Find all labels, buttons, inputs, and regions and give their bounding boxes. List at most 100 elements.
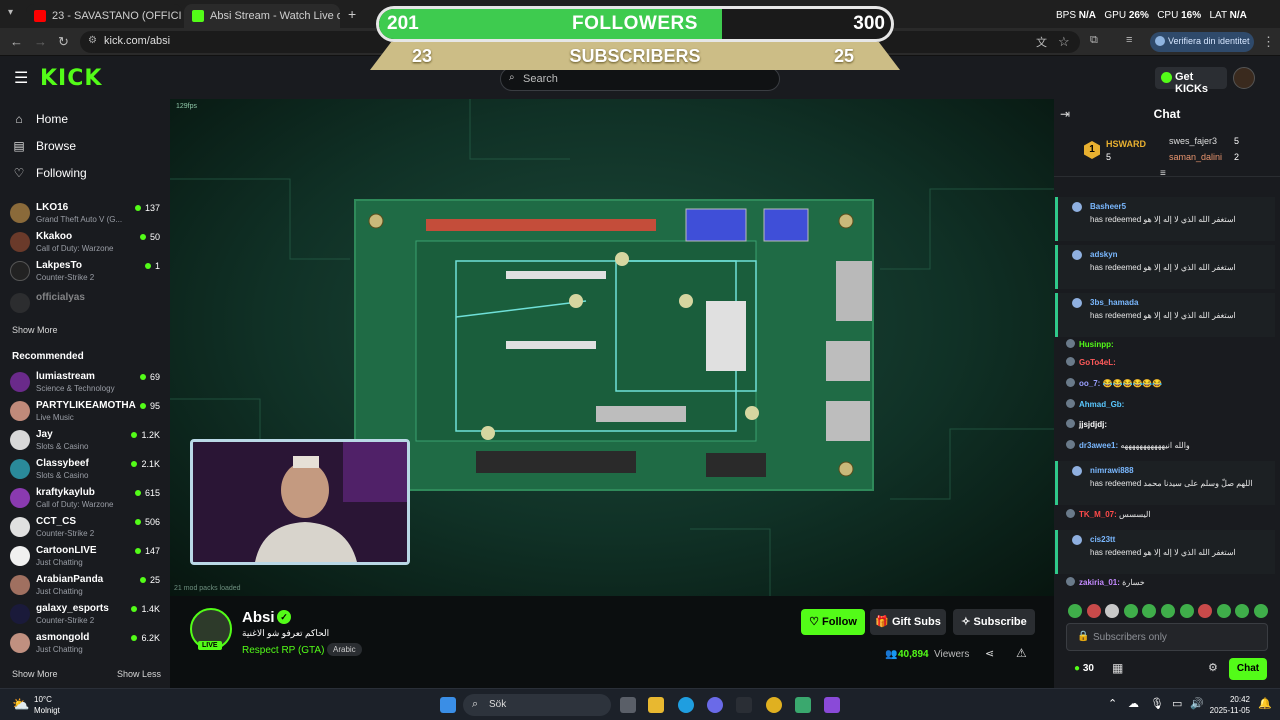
emote-icon[interactable] (1198, 604, 1213, 618)
emote-icon[interactable] (1253, 604, 1268, 618)
emote-icon[interactable] (1068, 604, 1082, 618)
back-icon[interactable]: ← (10, 34, 23, 49)
sidebar-channel-kraftykaylub[interactable]: kraftykaylub Call of Duty: Warzone 615 (10, 485, 160, 513)
expand-gifters-icon[interactable]: ≡ (1160, 168, 1166, 179)
notifications-icon[interactable]: 🔔 (1258, 697, 1272, 710)
sidebar-channel-classybeef[interactable]: Classybeef Slots & Casino 2.1K (10, 456, 160, 484)
capcut-icon[interactable] (736, 697, 752, 713)
chat-badge-icon (1066, 357, 1075, 366)
sidebar-channel-cartoonlive[interactable]: CartoonLIVE Just Chatting 147 (10, 543, 160, 571)
nav-browse[interactable]: ▤ Browse (12, 139, 76, 153)
new-tab-icon[interactable]: + (348, 6, 356, 22)
sidebar-channel-officialyas[interactable]: officialyas (10, 290, 160, 318)
emote-icon[interactable] (1142, 604, 1157, 618)
sidebar-channel-kkakoo[interactable]: Kkakoo Call of Duty: Warzone 50 (10, 229, 160, 257)
tab-youtube[interactable]: 23 - SAVASTANO (OFFICIELL M ✕ (26, 4, 182, 28)
browser-menu-icon[interactable]: ⋮ (1262, 34, 1275, 50)
redeem-user[interactable]: cis23tt (1090, 535, 1115, 544)
sidebar-channel-partylikeamotha[interactable]: PARTYLIKEAMOTHA Live Music 95 (10, 398, 160, 426)
sidebar-channel-jay[interactable]: Jay Slots & Casino 1.2K (10, 427, 160, 455)
emote-icon[interactable] (1105, 604, 1120, 618)
hamburger-menu-icon[interactable]: ☰ (14, 68, 28, 88)
show-less-recommended[interactable]: Show Less (117, 669, 161, 679)
predictions-icon[interactable]: ▦ (1112, 661, 1123, 675)
network-icon[interactable]: ▭ (1172, 697, 1182, 710)
weather-icon[interactable]: ⛅ (12, 696, 29, 713)
tab-kick[interactable]: Absi Stream - Watch Live o ✕ (184, 4, 340, 28)
gift-subs-button[interactable]: 🎁 Gift Subs (870, 609, 946, 635)
stream-category[interactable]: Respect RP (GTA) (242, 645, 324, 656)
user-avatar[interactable] (1233, 67, 1255, 89)
share-icon[interactable]: ⋖ (985, 647, 994, 660)
tab-menu-icon[interactable]: ▾ (8, 7, 13, 18)
chat-username[interactable]: oo_7: (1079, 379, 1100, 388)
emote-icon[interactable] (1160, 604, 1175, 618)
onedrive-icon[interactable]: ☁ (1128, 697, 1139, 710)
emote-icon[interactable] (1086, 604, 1101, 618)
nav-following[interactable]: ♡ Following (12, 166, 87, 180)
show-more-recommended[interactable]: Show More (12, 669, 58, 679)
chat-username[interactable]: TK_M_07: (1079, 510, 1117, 519)
sidebar-channel-arabianpanda[interactable]: ArabianPanda Just Chatting 25 (10, 572, 160, 600)
video-player[interactable]: 129fps 21 mod packs loaded (170, 99, 1054, 596)
task-view-icon[interactable] (620, 697, 636, 713)
subscribe-button[interactable]: ✧ Subscribe (953, 609, 1035, 635)
get-kicks-button[interactable]: Get KICKs (1155, 67, 1227, 95)
redeem-user[interactable]: adskyn (1090, 250, 1118, 259)
bookmark-star-icon[interactable]: ☆ (1058, 34, 1070, 50)
emote-icon[interactable] (1123, 604, 1138, 618)
reload-icon[interactable]: ↻ (58, 34, 69, 50)
sidebar-channel-lakpesto[interactable]: LakpesTo Counter-Strike 2 1 (10, 258, 160, 286)
profile-button[interactable]: Verifiera din identitet (1150, 32, 1254, 52)
chat-input[interactable]: 🔒 Subscribers only (1066, 623, 1268, 651)
follow-button[interactable]: ♡ Follow (801, 609, 865, 635)
app-icon[interactable] (795, 697, 811, 713)
chrome-icon[interactable] (766, 697, 782, 713)
search-input[interactable]: ⌕ Search (500, 67, 780, 91)
os-taskbar: ⛅ 10°C Molnigt ⌕ Sök ⌃ ☁ 🎙 ▭ 🔊 20:42 202… (0, 688, 1280, 720)
chat-settings-icon[interactable]: ⚙ (1208, 661, 1218, 674)
taskbar-search[interactable]: ⌕ Sök (463, 694, 611, 716)
weather-widget[interactable]: 10°C Molnigt (34, 694, 60, 716)
show-more-following[interactable]: Show More (12, 325, 58, 335)
streamer-name[interactable]: Absi (242, 609, 275, 626)
sidebar-channel-galaxy_esports[interactable]: galaxy_esports Counter-Strike 2 1.4K (10, 601, 160, 629)
chat-username[interactable]: dr3awee1: (1079, 441, 1118, 450)
app-icon-2[interactable] (824, 697, 840, 713)
discord-icon[interactable] (707, 697, 723, 713)
redeem-user[interactable]: nimrawi888 (1090, 466, 1134, 475)
reading-list-icon[interactable]: ≡ (1126, 34, 1132, 46)
chat-username[interactable]: jjsjdjdj: (1079, 420, 1107, 429)
chat-username[interactable]: Ahmad_Gb: (1079, 400, 1124, 409)
emote-icon[interactable] (1216, 604, 1231, 618)
redeem-user[interactable]: Basheer5 (1090, 202, 1126, 211)
language-tag[interactable]: Arabic (327, 643, 362, 656)
forward-icon[interactable]: → (34, 34, 47, 49)
file-explorer-icon[interactable] (648, 697, 664, 713)
translate-icon[interactable]: 文 (1036, 34, 1047, 50)
emote-icon[interactable] (1179, 604, 1194, 618)
redeem-icon (1072, 466, 1082, 476)
sidebar-channel-lumiastream[interactable]: lumiastream Science & Technology 69 (10, 369, 160, 397)
sidebar-channel-cct_cs[interactable]: CCT_CS Counter-Strike 2 506 (10, 514, 160, 542)
redeem-user[interactable]: 3bs_hamada (1090, 298, 1138, 307)
edge-icon[interactable] (678, 697, 694, 713)
send-chat-button[interactable]: Chat (1229, 658, 1267, 680)
nav-home[interactable]: ⌂ Home (12, 112, 68, 126)
start-icon[interactable] (440, 697, 456, 713)
report-icon[interactable]: ⚠ (1016, 646, 1027, 660)
microphone-icon[interactable]: 🎙 (1150, 697, 1164, 710)
site-info-icon[interactable]: ⚙ (88, 35, 97, 46)
channel-points[interactable]: ● 30 (1074, 663, 1094, 674)
kick-logo[interactable]: KICK (40, 66, 102, 91)
emote-icon[interactable] (1235, 604, 1250, 618)
sidebar-channel-lko16[interactable]: LKO16 Grand Theft Auto V (G... 137 (10, 200, 160, 228)
chat-username[interactable]: zakiria_01: (1079, 578, 1120, 587)
clock[interactable]: 20:42 2025-11-05 (1206, 694, 1250, 716)
chat-username[interactable]: GoTo4eL: (1079, 358, 1116, 367)
chat-username[interactable]: Husinpp: (1079, 340, 1114, 349)
tray-chevron-icon[interactable]: ⌃ (1108, 697, 1117, 710)
sidebar-channel-asmongold[interactable]: asmongold Just Chatting 6.2K (10, 630, 160, 658)
extensions-icon[interactable]: ⧉ (1090, 34, 1098, 47)
volume-icon[interactable]: 🔊 (1190, 697, 1204, 710)
